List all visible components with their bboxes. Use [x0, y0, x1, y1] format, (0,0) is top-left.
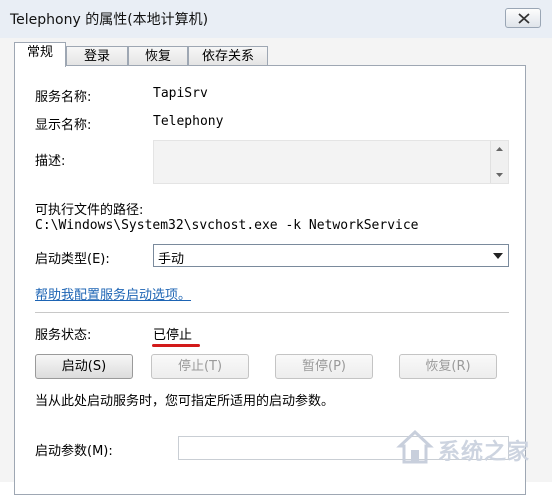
window-title: Telephony 的属性(本地计算机) — [10, 12, 209, 28]
start-params-hint: 当从此处启动服务时，您可指定所适用的启动参数。 — [35, 394, 335, 409]
display-name-label: 显示名称: — [35, 118, 92, 133]
tab-dependencies[interactable]: 依存关系 — [188, 46, 268, 66]
house-logo-icon — [396, 429, 434, 464]
description-label: 描述: — [35, 154, 66, 169]
scroll-down-icon[interactable] — [491, 170, 508, 180]
description-box[interactable] — [153, 140, 509, 184]
tab-general[interactable]: 常规 — [14, 42, 66, 67]
display-name-value: Telephony — [153, 114, 224, 129]
help-link[interactable]: 帮助我配置服务启动选项。 — [35, 284, 191, 303]
service-name-value: TapiSrv — [153, 86, 208, 101]
status-label: 服务状态: — [35, 328, 92, 343]
path-value: C:\Windows\System32\svchost.exe -k Netwo… — [35, 218, 419, 233]
tab-logon[interactable]: 登录 — [66, 46, 128, 66]
startup-type-value: 手动 — [158, 252, 185, 267]
tab-recovery[interactable]: 恢复 — [128, 46, 188, 66]
status-highlight-underline — [152, 344, 200, 347]
startup-type-label: 启动类型(E): — [35, 252, 110, 267]
description-scrollbar[interactable] — [490, 141, 508, 183]
scroll-up-icon[interactable] — [491, 144, 508, 154]
watermark: 系统之家 — [394, 418, 544, 474]
close-icon — [518, 13, 530, 24]
resume-button[interactable]: 恢复(R) — [399, 354, 497, 379]
start-params-label: 启动参数(M): — [35, 444, 113, 459]
chevron-down-icon — [493, 253, 503, 259]
watermark-text: 系统之家 — [438, 440, 531, 465]
path-label: 可执行文件的路径: — [35, 203, 144, 218]
startup-type-select[interactable]: 手动 — [153, 244, 509, 267]
service-name-label: 服务名称: — [35, 90, 92, 105]
dialog-body: 常规 登录 恢复 依存关系 服务名称: TapiSrv 显示名称: Teleph… — [0, 38, 552, 495]
start-button[interactable]: 启动(S) — [35, 354, 133, 379]
separator — [35, 312, 509, 313]
stop-button[interactable]: 停止(T) — [151, 354, 249, 379]
status-value: 已停止 — [153, 328, 193, 343]
close-button[interactable] — [505, 8, 541, 28]
title-bar: Telephony 的属性(本地计算机) — [0, 0, 552, 39]
pause-button[interactable]: 暂停(P) — [275, 354, 373, 379]
